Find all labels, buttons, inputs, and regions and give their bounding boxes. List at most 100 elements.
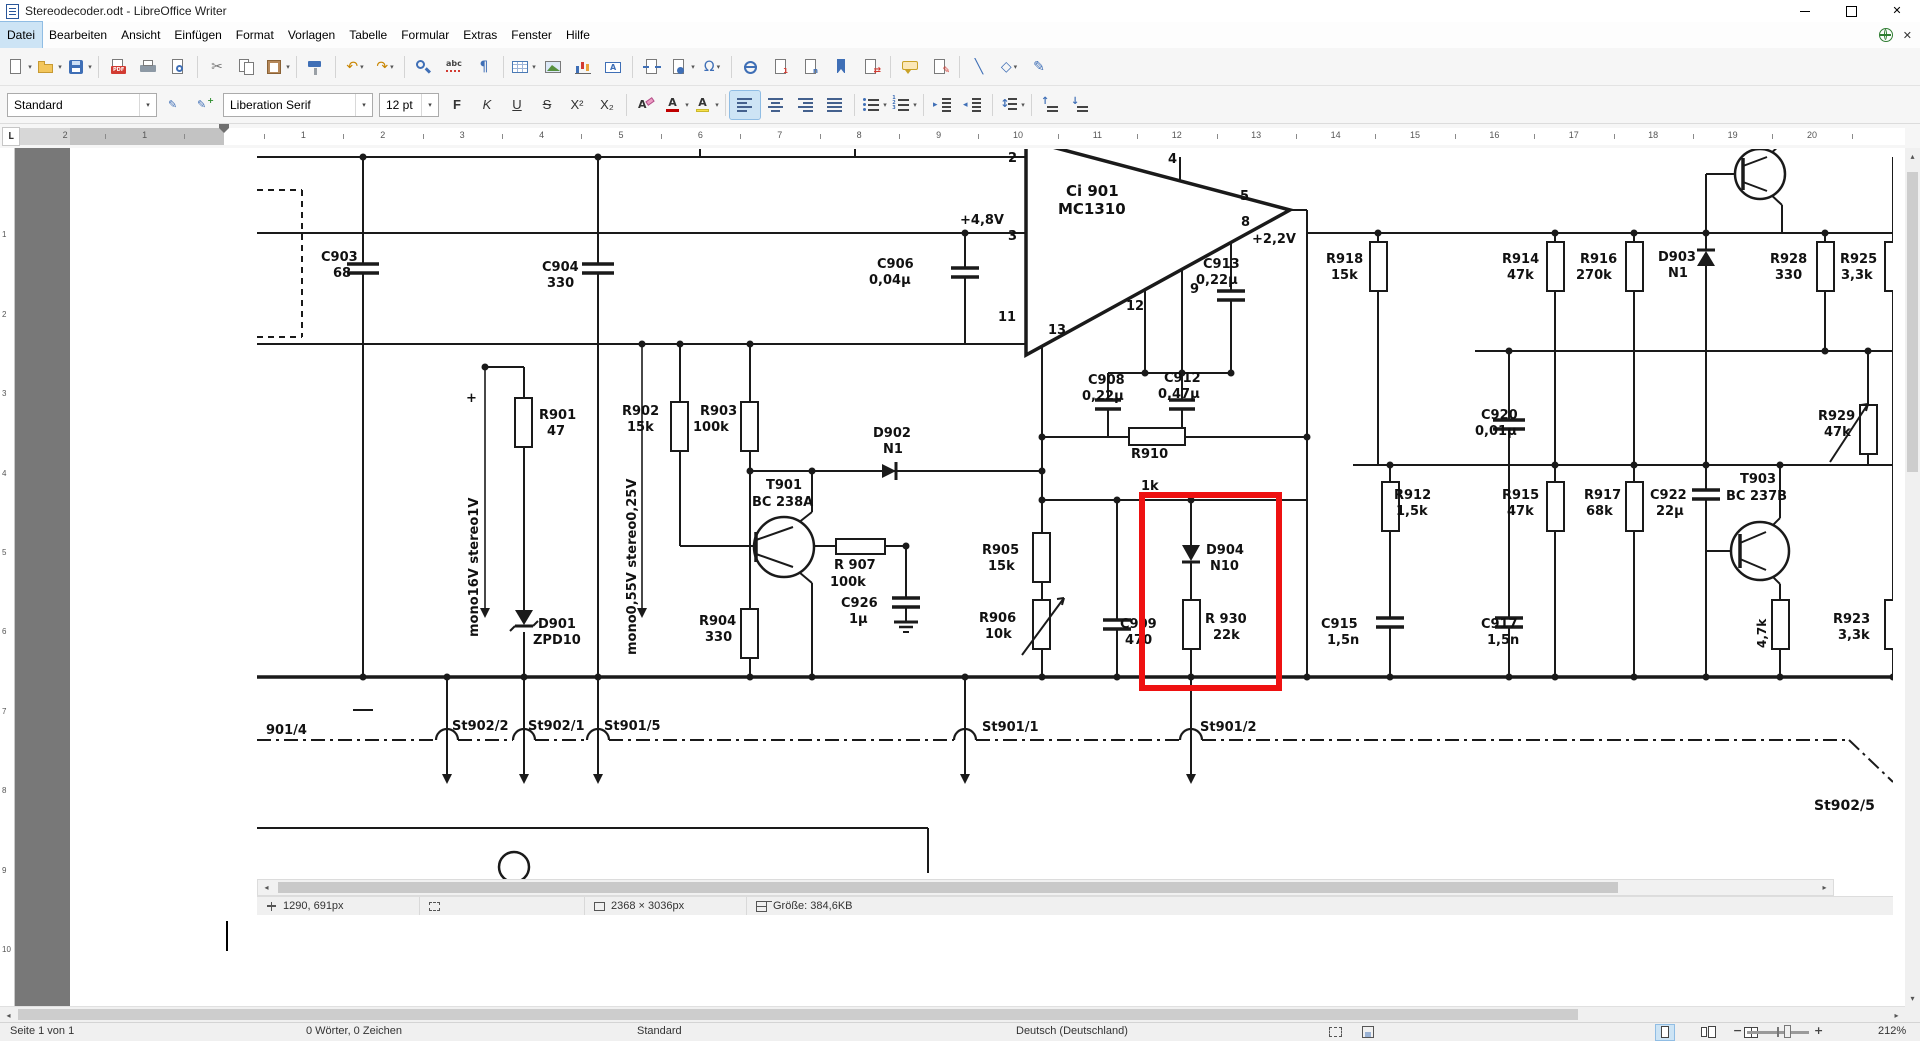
text-language[interactable]: Deutsch (Deutschland) <box>1016 1025 1128 1037</box>
cross-reference-button[interactable] <box>856 53 886 81</box>
multi-page-view-button[interactable] <box>1699 1025 1717 1040</box>
image-scroll-right-icon[interactable]: ▸ <box>1816 880 1833 895</box>
menu-item-tabelle[interactable]: Tabelle <box>342 22 394 48</box>
paragraph-style-combobox[interactable]: Standard▾ <box>7 93 157 117</box>
document-modified-icon[interactable] <box>1362 1025 1376 1039</box>
page-style[interactable]: Standard <box>637 1025 682 1037</box>
menu-item-einfügen[interactable]: Einfügen <box>167 22 228 48</box>
insert-textbox-button[interactable] <box>598 53 628 81</box>
new-style-button[interactable] <box>190 91 220 119</box>
strikethrough-button[interactable]: S <box>532 91 562 119</box>
spelling-button[interactable] <box>439 53 469 81</box>
maximize-button[interactable] <box>1828 0 1874 22</box>
page-count[interactable]: Seite 1 von 1 <box>10 1025 74 1037</box>
align-right-button[interactable] <box>790 91 820 119</box>
copy-button[interactable] <box>232 53 262 81</box>
open-button[interactable]: ▾ <box>34 53 64 81</box>
vertical-ruler[interactable]: 12345678910 <box>0 148 15 1006</box>
vertical-scrollbar-thumb[interactable] <box>1907 172 1918 472</box>
image-scrollbar[interactable]: ◂ ▸ <box>257 879 1834 896</box>
new-document-button[interactable]: ▾ <box>4 53 34 81</box>
decrease-indent-button[interactable] <box>958 91 988 119</box>
word-count[interactable]: 0 Wörter, 0 Zeichen <box>306 1025 402 1037</box>
horizontal-ruler[interactable]: 121234567891011121314151617181920 <box>20 128 1905 145</box>
image-scroll-left-icon[interactable]: ◂ <box>258 880 275 895</box>
scroll-left-icon[interactable]: ◂ <box>0 1007 17 1023</box>
line-spacing-button[interactable]: ▾ <box>997 91 1027 119</box>
horizontal-scrollbar-thumb[interactable] <box>18 1009 1578 1020</box>
align-center-button[interactable] <box>760 91 790 119</box>
special-character-button[interactable]: Ω▾ <box>697 53 727 81</box>
zoom-level[interactable]: 212% <box>1878 1025 1906 1037</box>
insert-table-button[interactable]: ▾ <box>508 53 538 81</box>
align-left-button[interactable] <box>730 91 760 119</box>
update-style-button[interactable] <box>160 91 190 119</box>
footnote-button[interactable] <box>766 53 796 81</box>
menu-item-fenster[interactable]: Fenster <box>504 22 559 48</box>
zoom-slider-thumb[interactable] <box>1784 1025 1791 1038</box>
scroll-up-icon[interactable]: ▴ <box>1905 148 1920 164</box>
insert-field-button[interactable]: ▾ <box>667 53 697 81</box>
close-button[interactable]: ✕ <box>1874 0 1920 22</box>
subscript-button[interactable]: X₂ <box>592 91 622 119</box>
increase-para-spacing-button[interactable] <box>1036 91 1066 119</box>
page[interactable] <box>70 148 1905 1006</box>
minimize-button[interactable] <box>1782 0 1828 22</box>
align-justify-button[interactable] <box>820 91 850 119</box>
decrease-para-spacing-button[interactable] <box>1066 91 1096 119</box>
font-name-combobox[interactable]: Liberation Serif▾ <box>223 93 373 117</box>
superscript-button[interactable]: X² <box>562 91 592 119</box>
bookmark-button[interactable] <box>826 53 856 81</box>
increase-indent-button[interactable] <box>928 91 958 119</box>
clone-formatting-button[interactable] <box>301 53 331 81</box>
print-button[interactable] <box>133 53 163 81</box>
find-replace-button[interactable] <box>409 53 439 81</box>
highlight-color-button[interactable]: ▾ <box>691 91 721 119</box>
undo-button[interactable]: ↶▾ <box>340 53 370 81</box>
endnote-button[interactable] <box>796 53 826 81</box>
page-break-button[interactable] <box>637 53 667 81</box>
underline-button[interactable]: U <box>502 91 532 119</box>
print-preview-button[interactable] <box>163 53 193 81</box>
close-document-button[interactable]: ✕ <box>1903 29 1912 42</box>
basic-shapes-button[interactable]: ◇▾ <box>994 53 1024 81</box>
scroll-down-icon[interactable]: ▾ <box>1905 990 1920 1006</box>
menu-item-formular[interactable]: Formular <box>394 22 456 48</box>
globe-icon[interactable] <box>1879 28 1893 42</box>
redo-button[interactable]: ↷▾ <box>370 53 400 81</box>
insert-line-button[interactable]: ╲ <box>964 53 994 81</box>
draw-functions-button[interactable]: ✎ <box>1024 53 1054 81</box>
font-size-combobox[interactable]: 12 pt▾ <box>379 93 439 117</box>
bold-button[interactable]: F <box>442 91 472 119</box>
zoom-out-button[interactable]: − <box>1733 1024 1742 1037</box>
clear-formatting-button[interactable] <box>631 91 661 119</box>
selection-mode-icon[interactable] <box>1329 1025 1343 1039</box>
zoom-in-button[interactable]: + <box>1814 1024 1823 1037</box>
menu-item-vorlagen[interactable]: Vorlagen <box>281 22 342 48</box>
save-button[interactable]: ▾ <box>64 53 94 81</box>
bullet-list-button[interactable]: ▾ <box>859 91 889 119</box>
insert-chart-button[interactable] <box>568 53 598 81</box>
font-color-button[interactable]: ▾ <box>661 91 691 119</box>
menu-item-format[interactable]: Format <box>229 22 281 48</box>
menu-item-ansicht[interactable]: Ansicht <box>114 22 167 48</box>
italic-button[interactable]: K <box>472 91 502 119</box>
track-changes-button[interactable] <box>925 53 955 81</box>
image-scrollbar-thumb[interactable] <box>278 882 1618 893</box>
export-pdf-button[interactable] <box>103 53 133 81</box>
tab-stop-selector[interactable]: L <box>2 127 20 146</box>
horizontal-scrollbar[interactable]: ◂ ▸ <box>0 1006 1905 1023</box>
menu-item-datei[interactable]: Datei <box>0 22 42 48</box>
paste-button[interactable]: ▾ <box>262 53 292 81</box>
cut-button[interactable]: ✂ <box>202 53 232 81</box>
comment-button[interactable] <box>895 53 925 81</box>
hyperlink-button[interactable] <box>736 53 766 81</box>
menu-item-hilfe[interactable]: Hilfe <box>559 22 597 48</box>
menu-item-extras[interactable]: Extras <box>456 22 504 48</box>
scroll-right-icon[interactable]: ▸ <box>1888 1007 1905 1023</box>
menu-item-bearbeiten[interactable]: Bearbeiten <box>42 22 114 48</box>
vertical-scrollbar[interactable]: ▴ ▾ <box>1905 148 1920 1006</box>
numbered-list-button[interactable]: ▾ <box>889 91 919 119</box>
single-page-view-button[interactable] <box>1656 1025 1674 1040</box>
formatting-marks-button[interactable]: ¶ <box>469 53 499 81</box>
